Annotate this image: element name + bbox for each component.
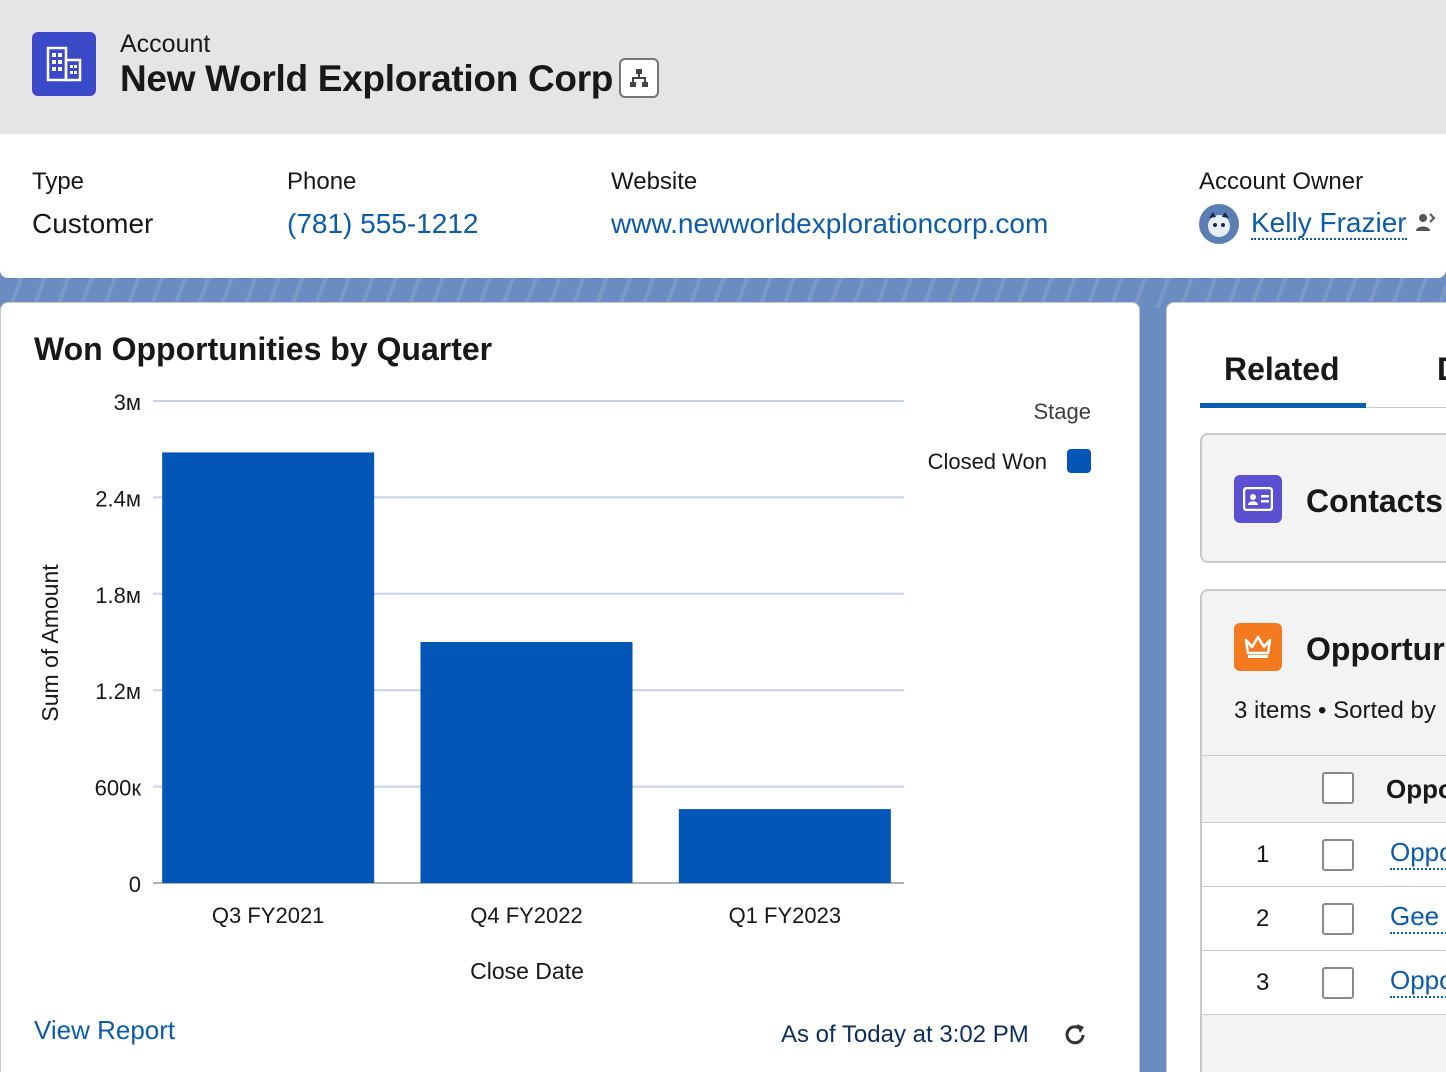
type-field: Type Customer <box>32 168 153 240</box>
owner-label: Account Owner <box>1199 168 1364 195</box>
y-tick-label: 3м <box>114 390 141 415</box>
opportunities-title[interactable]: Opportur <box>1306 631 1445 668</box>
owner-link[interactable]: Kelly Frazier <box>1251 208 1407 240</box>
row-checkbox[interactable] <box>1322 839 1354 871</box>
object-type-label: Account <box>120 30 211 58</box>
opportunity-link[interactable]: Gee T <box>1390 901 1446 934</box>
type-value: Customer <box>32 208 154 239</box>
website-link[interactable]: www.newworldexplorationcorp.com <box>611 208 1048 240</box>
bar <box>420 642 633 883</box>
bar <box>678 809 891 883</box>
change-owner-icon[interactable] <box>1413 210 1437 239</box>
table-header: Oppo <box>1202 755 1446 823</box>
contact-card-icon <box>1234 475 1282 523</box>
contacts-related-list: Contacts <box>1200 433 1446 563</box>
website-label: Website <box>611 168 698 195</box>
x-axis-title: Close Date <box>470 958 584 984</box>
crown-icon <box>1234 623 1282 671</box>
y-axis-title: Sum of Amount <box>37 564 63 722</box>
row-number: 3 <box>1256 969 1270 996</box>
tab-related[interactable]: Related <box>1224 351 1340 388</box>
as-of-timestamp: As of Today at 3:02 PM <box>781 1021 1029 1048</box>
y-tick-label: 1.8м <box>95 583 141 608</box>
contacts-title[interactable]: Contacts <box>1306 483 1443 520</box>
record-header: Account New World Exploration Corp <box>0 0 1446 134</box>
phone-label: Phone <box>287 168 357 195</box>
x-tick-label: Q4 FY2022 <box>470 903 583 928</box>
opportunity-link[interactable]: Oppo <box>1390 965 1446 998</box>
view-report-link[interactable]: View Report <box>34 1015 175 1046</box>
table-row: 2 Gee T <box>1202 887 1446 951</box>
y-tick-label: 600к <box>95 776 142 801</box>
active-tab-indicator <box>1200 403 1366 408</box>
opportunities-related-list: Opportur 3 items • Sorted by Oppo 1 Oppo… <box>1200 589 1446 1072</box>
row-checkbox[interactable] <box>1322 903 1354 935</box>
type-label: Type <box>32 168 85 195</box>
y-tick-label: 2.4м <box>95 486 141 511</box>
chart-card: Won Opportunities by Quarter 0 600к 1.2м 1.… <box>0 302 1140 1072</box>
website-field: Website www.newworldexplorationcorp.com <box>611 168 1048 240</box>
x-tick-label: Q3 FY2021 <box>212 903 325 928</box>
highlights-panel: Type Customer Phone (781) 555-1212 Websi… <box>0 134 1446 278</box>
select-all-checkbox[interactable] <box>1322 772 1354 804</box>
phone-field: Phone (781) 555-1212 <box>287 168 478 240</box>
legend-swatch <box>1067 449 1091 473</box>
row-number: 2 <box>1256 905 1270 932</box>
bar <box>162 452 375 883</box>
refresh-button[interactable] <box>1059 1019 1091 1051</box>
column-header-opportunity[interactable]: Oppo <box>1386 774 1446 805</box>
legend-title: Stage <box>1034 399 1092 424</box>
row-number: 1 <box>1256 841 1270 868</box>
y-tick-label: 1.2м <box>95 679 141 704</box>
phone-link[interactable]: (781) 555-1212 <box>287 208 478 240</box>
list-meta: 3 items • Sorted by <box>1234 697 1436 724</box>
row-checkbox[interactable] <box>1322 967 1354 999</box>
table-row: 3 Oppo <box>1202 951 1446 1015</box>
related-panel: Related D Contacts Opportur 3 items • So… <box>1166 302 1446 1072</box>
account-building-icon <box>32 32 96 96</box>
refresh-icon <box>1065 1024 1085 1045</box>
hierarchy-icon <box>630 69 648 87</box>
avatar <box>1199 204 1239 244</box>
table-row: 1 Oppo <box>1202 823 1446 887</box>
legend-label: Closed Won <box>928 449 1047 474</box>
tab-details[interactable]: D <box>1437 351 1446 388</box>
opportunity-link[interactable]: Oppo <box>1390 837 1446 870</box>
y-tick-label: 0 <box>129 872 141 897</box>
view-hierarchy-button[interactable] <box>619 58 659 98</box>
owner-field: Account Owner Kelly Frazier <box>1199 168 1437 244</box>
bar-chart[interactable]: 0 600к 1.2м 1.8м 2.4м 3м Q3 FY2021 Q4 FY2022 Q1 … <box>1 303 1141 1003</box>
page-title: New World Exploration Corp <box>120 58 614 99</box>
x-tick-label: Q1 FY2023 <box>729 903 842 928</box>
